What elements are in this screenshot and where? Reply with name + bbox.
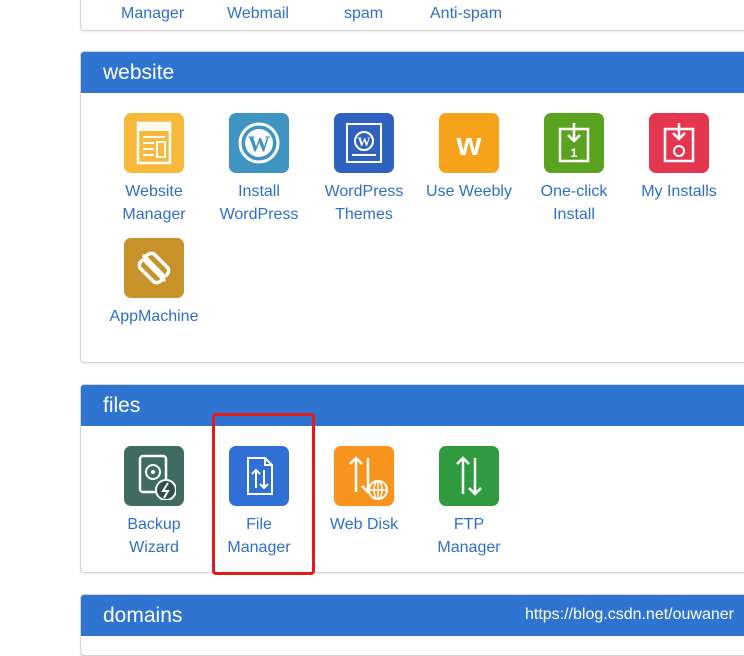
my-installs-icon — [649, 113, 709, 173]
svg-text:1: 1 — [571, 146, 578, 160]
my-installs-label: My Installs — [641, 183, 717, 200]
ftp-manager-label: FTP Manager — [437, 516, 501, 556]
files-panel: files Backup Wizard File Manager Web Dis… — [80, 384, 744, 573]
website-manager-tile[interactable]: Website Manager — [104, 113, 204, 226]
web-disk-label: Web Disk — [329, 516, 399, 533]
ftp-manager-icon — [439, 446, 499, 506]
use-weebly-label: Use Weebly — [426, 183, 512, 200]
wordpress-themes-icon: W — [334, 113, 394, 173]
one-click-install-label: One-click Install — [540, 183, 608, 223]
website-manager-label: Website Manager — [122, 183, 186, 223]
backup-wizard-icon — [124, 446, 184, 506]
appmachine-label: AppMachine — [109, 308, 199, 325]
svg-text:w: w — [456, 126, 482, 162]
svg-text:W: W — [248, 131, 270, 156]
website-panel-title: website — [81, 52, 744, 93]
install-wordpress-tile[interactable]: W Install WordPress — [209, 113, 309, 226]
backup-wizard-tile[interactable]: Backup Wizard — [104, 446, 204, 559]
watermark: https://blog.csdn.net/ouwaner — [524, 606, 734, 623]
tile-label-anti-spam[interactable]: Anti-spam — [430, 5, 502, 23]
mail-panel: Manager Webmail spam Anti-spam — [80, 0, 744, 31]
wordpress-themes-tile[interactable]: W WordPress Themes — [314, 113, 414, 226]
use-weebly-tile[interactable]: w Use Weebly — [419, 113, 519, 203]
tile-label-webmail[interactable]: Webmail — [227, 5, 289, 23]
my-installs-tile[interactable]: My Installs — [629, 113, 729, 203]
web-disk-tile[interactable]: Web Disk — [314, 446, 414, 536]
wordpress-icon: W — [229, 113, 289, 173]
install-wordpress-label: Install WordPress — [219, 183, 299, 223]
appmachine-tile[interactable]: AppMachine — [104, 238, 204, 328]
tile-label-spam[interactable]: spam — [344, 5, 383, 23]
backup-wizard-label: Backup Wizard — [127, 516, 181, 556]
highlight-box — [212, 413, 315, 575]
weebly-icon: w — [439, 113, 499, 173]
one-click-install-icon: 1 — [544, 113, 604, 173]
files-panel-title: files — [81, 385, 744, 426]
wordpress-themes-label: WordPress Themes — [324, 183, 404, 223]
appmachine-icon — [124, 238, 184, 298]
web-disk-icon — [334, 446, 394, 506]
ftp-manager-tile[interactable]: FTP Manager — [419, 446, 519, 559]
website-manager-icon — [124, 113, 184, 173]
one-click-install-tile[interactable]: 1 One-click Install — [524, 113, 624, 226]
domains-panel: domains — [80, 594, 744, 656]
tile-label-manager[interactable]: Manager — [121, 5, 184, 23]
svg-text:W: W — [358, 134, 371, 149]
website-panel: website Website Manager W Install WordPr… — [80, 51, 744, 363]
